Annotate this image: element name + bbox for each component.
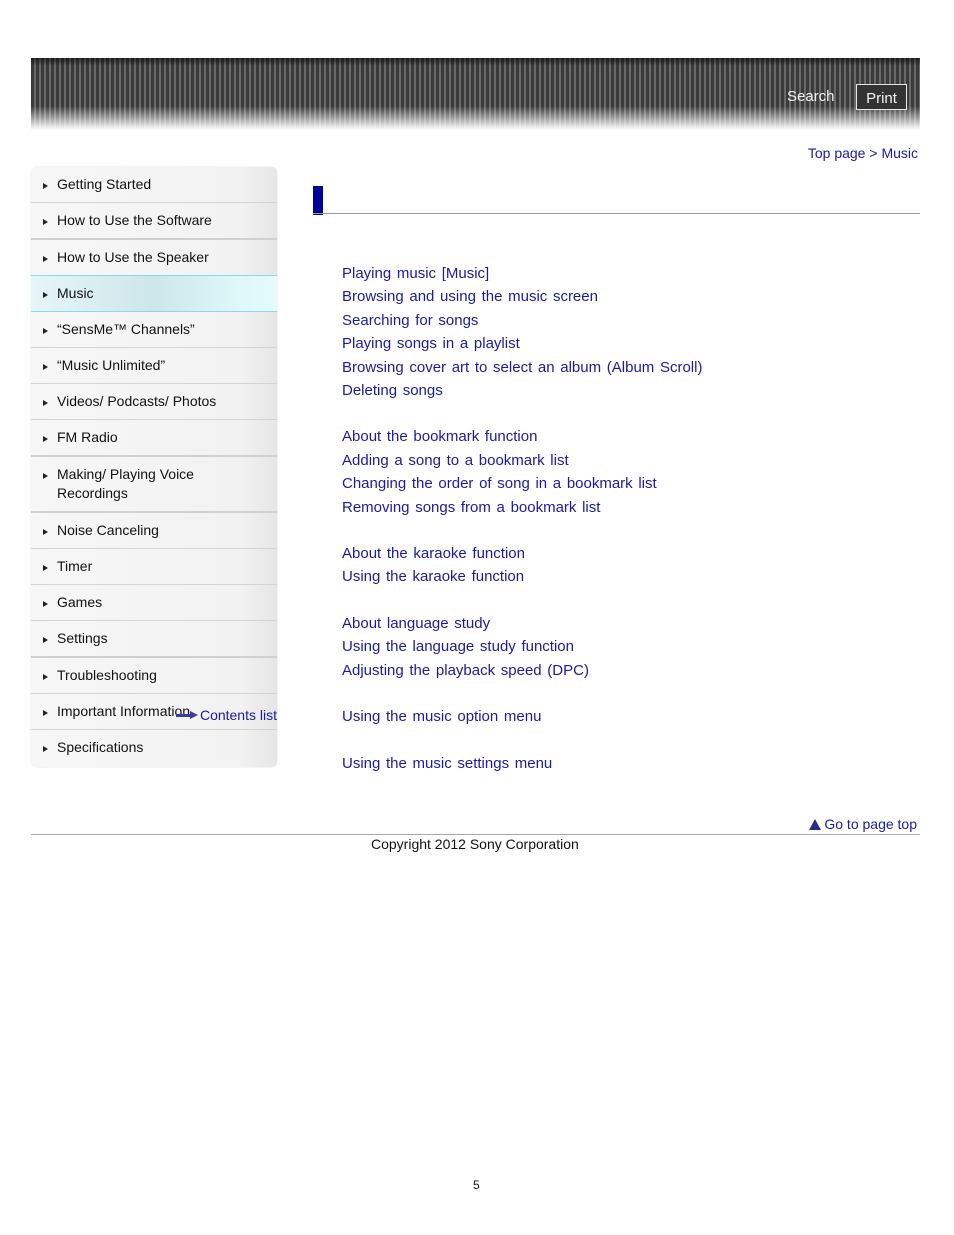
contents-list-link[interactable]: Contents list: [175, 707, 277, 723]
sidebar-item-label: Videos/ Podcasts/ Photos: [57, 393, 217, 409]
triangle-right-icon: [43, 400, 48, 406]
sidebar-item-label: Music: [57, 285, 94, 301]
sidebar-item-label: Games: [57, 594, 103, 610]
sidebar-item-label: How to Use the Software: [57, 212, 212, 228]
triangle-right-icon: [43, 637, 48, 643]
link-playback-speed[interactable]: Adjusting the playback speed (DPC): [342, 659, 902, 682]
sidebar-item-label: “SensMe™ Channels”: [57, 321, 195, 337]
go-to-page-top-link[interactable]: Go to page top: [809, 816, 917, 832]
link-album-scroll[interactable]: Browsing cover art to select an album (A…: [342, 356, 902, 379]
link-about-language-study[interactable]: About language study: [342, 612, 902, 635]
link-about-karaoke[interactable]: About the karaoke function: [342, 542, 902, 565]
sidebar-item-music-unlimited[interactable]: “Music Unlimited”: [31, 348, 277, 384]
triangle-right-icon: [43, 364, 48, 370]
header-banner: Search Print: [31, 58, 920, 130]
link-playing-music[interactable]: Playing music [Music]: [342, 262, 902, 285]
sidebar-item-settings[interactable]: Settings: [31, 621, 277, 658]
sidebar-item-label: Noise Canceling: [57, 522, 159, 538]
link-changing-bookmark-order[interactable]: Changing the order of song in a bookmark…: [342, 472, 902, 495]
link-group-settings-menu: Using the music settings menu: [342, 752, 902, 775]
topic-links: Playing music [Music] Browsing and using…: [342, 262, 902, 798]
triangle-right-icon: [43, 436, 48, 442]
link-searching-songs[interactable]: Searching for songs: [342, 309, 902, 332]
breadcrumb-top-page[interactable]: Top page: [808, 145, 866, 161]
link-using-language-study[interactable]: Using the language study function: [342, 635, 902, 658]
sidebar-item-label: How to Use the Speaker: [57, 249, 209, 265]
sidebar-item-voice-recordings[interactable]: Making/ Playing Voice Recordings: [31, 457, 277, 513]
sidebar-item-label: Specifications: [57, 739, 144, 755]
triangle-right-icon: [43, 710, 48, 716]
triangle-up-icon: [809, 818, 822, 830]
link-group-option-menu: Using the music option menu: [342, 705, 902, 728]
sidebar-item-label: Making/ Playing Voice Recordings: [57, 466, 194, 501]
sidebar-item-getting-started[interactable]: Getting Started: [31, 167, 277, 203]
sidebar-nav: Getting Started How to Use the Software …: [31, 167, 277, 767]
triangle-right-icon: [43, 183, 48, 189]
triangle-right-icon: [43, 674, 48, 680]
link-group-karaoke: About the karaoke function Using the kar…: [342, 542, 902, 589]
triangle-right-icon: [43, 292, 48, 298]
sidebar-item-noise-canceling[interactable]: Noise Canceling: [31, 513, 277, 549]
link-playing-playlist[interactable]: Playing songs in a playlist: [342, 332, 902, 355]
breadcrumb: Top page > Music: [808, 145, 918, 161]
sidebar-item-videos-podcasts-photos[interactable]: Videos/ Podcasts/ Photos: [31, 384, 277, 420]
sidebar-item-label: Troubleshooting: [57, 667, 157, 683]
triangle-right-icon: [43, 746, 48, 752]
sidebar-item-specifications[interactable]: Specifications: [31, 730, 277, 767]
link-music-option-menu[interactable]: Using the music option menu: [342, 705, 902, 728]
triangle-right-icon: [43, 529, 48, 535]
sidebar-item-label: Settings: [57, 630, 108, 646]
triangle-right-icon: [43, 473, 48, 479]
sidebar-item-music[interactable]: Music: [31, 275, 277, 312]
link-browsing-music-screen[interactable]: Browsing and using the music screen: [342, 285, 902, 308]
footer-divider: [31, 834, 920, 835]
go-to-page-top-label: Go to page top: [824, 816, 917, 832]
link-removing-bookmark[interactable]: Removing songs from a bookmark list: [342, 496, 902, 519]
search-link[interactable]: Search: [787, 88, 835, 105]
link-music-settings-menu[interactable]: Using the music settings menu: [342, 752, 902, 775]
link-group-playback: Playing music [Music] Browsing and using…: [342, 262, 902, 402]
page-number: 5: [473, 1178, 480, 1192]
sidebar-item-timer[interactable]: Timer: [31, 549, 277, 585]
sidebar-item-games[interactable]: Games: [31, 585, 277, 621]
page-title-marker: [313, 186, 323, 215]
sidebar-item-troubleshooting[interactable]: Troubleshooting: [31, 658, 277, 694]
sidebar-item-label: Timer: [57, 558, 93, 574]
link-group-bookmark: About the bookmark function Adding a son…: [342, 425, 902, 519]
triangle-right-icon: [43, 565, 48, 571]
page-title-rule: [313, 213, 920, 214]
triangle-right-icon: [43, 328, 48, 334]
sidebar-item-label: Getting Started: [57, 176, 152, 192]
triangle-right-icon: [43, 601, 48, 607]
sidebar-item-sensme-channels[interactable]: “SensMe™ Channels”: [31, 312, 277, 348]
link-about-bookmark[interactable]: About the bookmark function: [342, 425, 902, 448]
link-using-karaoke[interactable]: Using the karaoke function: [342, 565, 902, 588]
sidebar-item-fm-radio[interactable]: FM Radio: [31, 420, 277, 457]
copyright-text: Copyright 2012 Sony Corporation: [371, 836, 579, 852]
link-adding-bookmark[interactable]: Adding a song to a bookmark list: [342, 449, 902, 472]
contents-list-label: Contents list: [199, 707, 277, 723]
sidebar-item-label: Important Information: [57, 703, 191, 719]
sidebar-item-label: “Music Unlimited”: [57, 357, 166, 373]
sidebar-item-software[interactable]: How to Use the Software: [31, 203, 277, 240]
arrow-right-icon: [175, 711, 198, 719]
triangle-right-icon: [43, 219, 48, 225]
link-group-language-study: About language study Using the language …: [342, 612, 902, 682]
sidebar-item-label: FM Radio: [57, 429, 118, 445]
link-deleting-songs[interactable]: Deleting songs: [342, 379, 902, 402]
print-button[interactable]: Print: [856, 84, 907, 110]
breadcrumb-current[interactable]: Music: [881, 145, 918, 161]
triangle-right-icon: [43, 256, 48, 262]
breadcrumb-separator: >: [869, 145, 878, 161]
sidebar-item-speaker[interactable]: How to Use the Speaker: [31, 240, 277, 276]
